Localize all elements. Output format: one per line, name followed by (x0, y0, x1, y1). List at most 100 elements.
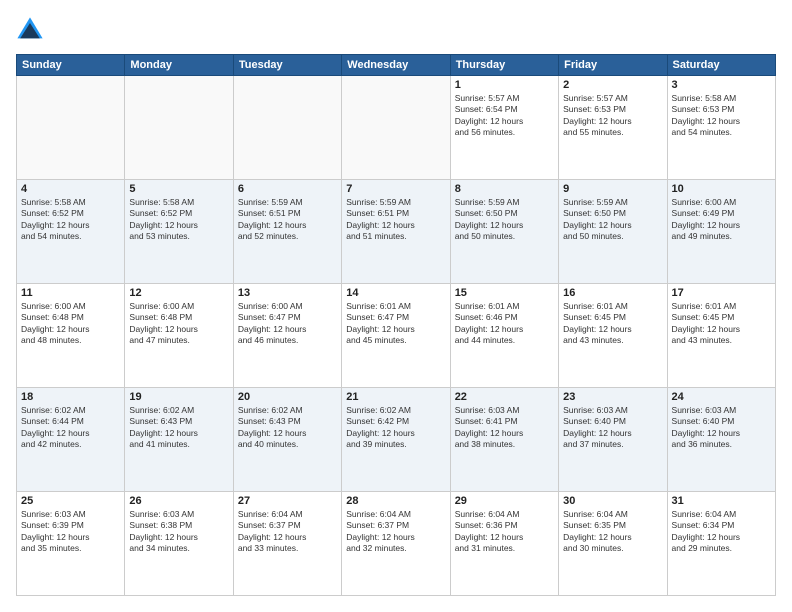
day-info: Sunrise: 5:58 AM Sunset: 6:53 PM Dayligh… (672, 93, 771, 139)
day-info: Sunrise: 6:02 AM Sunset: 6:43 PM Dayligh… (238, 405, 337, 451)
day-number: 26 (129, 495, 228, 507)
weekday-header-sunday: Sunday (17, 55, 125, 76)
day-cell-29: 29 Sunrise: 6:04 AM Sunset: 6:36 PM Dayli… (450, 492, 558, 596)
day-cell-25: 25 Sunrise: 6:03 AM Sunset: 6:39 PM Dayli… (17, 492, 125, 596)
day-number: 8 (455, 183, 554, 195)
day-number: 2 (563, 79, 662, 91)
day-number: 25 (21, 495, 120, 507)
day-number: 4 (21, 183, 120, 195)
day-number: 22 (455, 391, 554, 403)
day-number: 9 (563, 183, 662, 195)
day-number: 18 (21, 391, 120, 403)
day-info: Sunrise: 5:59 AM Sunset: 6:50 PM Dayligh… (563, 197, 662, 243)
day-number: 27 (238, 495, 337, 507)
day-number: 16 (563, 287, 662, 299)
day-cell-2: 2 Sunrise: 5:57 AM Sunset: 6:53 PM Daylig… (559, 76, 667, 180)
day-info: Sunrise: 5:59 AM Sunset: 6:51 PM Dayligh… (238, 197, 337, 243)
day-cell-28: 28 Sunrise: 6:04 AM Sunset: 6:37 PM Dayli… (342, 492, 450, 596)
day-info: Sunrise: 5:59 AM Sunset: 6:50 PM Dayligh… (455, 197, 554, 243)
day-cell-30: 30Sunrise: 6:04 AM Sunset: 6:35 PM Dayli… (559, 492, 667, 596)
day-cell-24: 24Sunrise: 6:03 AM Sunset: 6:40 PM Dayli… (667, 388, 775, 492)
weekday-header-row: SundayMondayTuesdayWednesdayThursdayFrid… (17, 55, 776, 76)
day-info: Sunrise: 6:03 AM Sunset: 6:39 PM Dayligh… (21, 509, 120, 555)
day-cell-19: 19Sunrise: 6:02 AM Sunset: 6:43 PM Dayli… (125, 388, 233, 492)
header (16, 16, 776, 44)
day-cell-1: 1 Sunrise: 5:57 AM Sunset: 6:54 PM Daylig… (450, 76, 558, 180)
day-cell-18: 18Sunrise: 6:02 AM Sunset: 6:44 PM Dayli… (17, 388, 125, 492)
calendar-row-2: 11 Sunrise: 6:00 AM Sunset: 6:48 PM Dayli… (17, 284, 776, 388)
day-info: Sunrise: 6:04 AM Sunset: 6:37 PM Dayligh… (238, 509, 337, 555)
day-cell-4: 4 Sunrise: 5:58 AM Sunset: 6:52 PM Daylig… (17, 180, 125, 284)
calendar-row-0: 1 Sunrise: 5:57 AM Sunset: 6:54 PM Daylig… (17, 76, 776, 180)
day-info: Sunrise: 5:57 AM Sunset: 6:54 PM Dayligh… (455, 93, 554, 139)
day-cell-20: 20 Sunrise: 6:02 AM Sunset: 6:43 PM Dayli… (233, 388, 341, 492)
day-number: 11 (21, 287, 120, 299)
day-cell-10: 10 Sunrise: 6:00 AM Sunset: 6:49 PM Dayli… (667, 180, 775, 284)
weekday-header-thursday: Thursday (450, 55, 558, 76)
day-info: Sunrise: 5:58 AM Sunset: 6:52 PM Dayligh… (21, 197, 120, 243)
day-number: 13 (238, 287, 337, 299)
logo-icon (16, 16, 44, 44)
weekday-header-wednesday: Wednesday (342, 55, 450, 76)
weekday-header-tuesday: Tuesday (233, 55, 341, 76)
day-info: Sunrise: 6:04 AM Sunset: 6:37 PM Dayligh… (346, 509, 445, 555)
day-number: 10 (672, 183, 771, 195)
day-info: Sunrise: 6:00 AM Sunset: 6:49 PM Dayligh… (672, 197, 771, 243)
day-info: Sunrise: 5:58 AM Sunset: 6:52 PM Dayligh… (129, 197, 228, 243)
day-info: Sunrise: 6:04 AM Sunset: 6:36 PM Dayligh… (455, 509, 554, 555)
day-cell-5: 5 Sunrise: 5:58 AM Sunset: 6:52 PM Daylig… (125, 180, 233, 284)
calendar-row-3: 18Sunrise: 6:02 AM Sunset: 6:44 PM Dayli… (17, 388, 776, 492)
day-number: 17 (672, 287, 771, 299)
page: SundayMondayTuesdayWednesdayThursdayFrid… (0, 0, 792, 612)
empty-cell (17, 76, 125, 180)
day-info: Sunrise: 6:01 AM Sunset: 6:45 PM Dayligh… (672, 301, 771, 347)
day-number: 23 (563, 391, 662, 403)
day-number: 6 (238, 183, 337, 195)
day-info: Sunrise: 6:00 AM Sunset: 6:47 PM Dayligh… (238, 301, 337, 347)
day-cell-12: 12Sunrise: 6:00 AM Sunset: 6:48 PM Dayli… (125, 284, 233, 388)
day-cell-7: 7Sunrise: 5:59 AM Sunset: 6:51 PM Daylig… (342, 180, 450, 284)
day-cell-11: 11 Sunrise: 6:00 AM Sunset: 6:48 PM Dayli… (17, 284, 125, 388)
day-info: Sunrise: 6:03 AM Sunset: 6:41 PM Dayligh… (455, 405, 554, 451)
weekday-header-saturday: Saturday (667, 55, 775, 76)
day-info: Sunrise: 6:00 AM Sunset: 6:48 PM Dayligh… (21, 301, 120, 347)
day-info: Sunrise: 6:01 AM Sunset: 6:46 PM Dayligh… (455, 301, 554, 347)
weekday-header-friday: Friday (559, 55, 667, 76)
day-cell-14: 14Sunrise: 6:01 AM Sunset: 6:47 PM Dayli… (342, 284, 450, 388)
day-cell-16: 16Sunrise: 6:01 AM Sunset: 6:45 PM Dayli… (559, 284, 667, 388)
day-cell-17: 17 Sunrise: 6:01 AM Sunset: 6:45 PM Dayli… (667, 284, 775, 388)
day-info: Sunrise: 6:02 AM Sunset: 6:43 PM Dayligh… (129, 405, 228, 451)
day-cell-13: 13 Sunrise: 6:00 AM Sunset: 6:47 PM Dayli… (233, 284, 341, 388)
day-info: Sunrise: 6:02 AM Sunset: 6:42 PM Dayligh… (346, 405, 445, 451)
calendar-table: SundayMondayTuesdayWednesdayThursdayFrid… (16, 54, 776, 596)
calendar-row-1: 4 Sunrise: 5:58 AM Sunset: 6:52 PM Daylig… (17, 180, 776, 284)
day-number: 1 (455, 79, 554, 91)
weekday-header-monday: Monday (125, 55, 233, 76)
day-info: Sunrise: 5:57 AM Sunset: 6:53 PM Dayligh… (563, 93, 662, 139)
day-number: 28 (346, 495, 445, 507)
day-cell-3: 3 Sunrise: 5:58 AM Sunset: 6:53 PM Daylig… (667, 76, 775, 180)
day-number: 15 (455, 287, 554, 299)
day-number: 31 (672, 495, 771, 507)
day-number: 12 (129, 287, 228, 299)
empty-cell (342, 76, 450, 180)
day-cell-8: 8 Sunrise: 5:59 AM Sunset: 6:50 PM Daylig… (450, 180, 558, 284)
day-number: 3 (672, 79, 771, 91)
day-cell-6: 6 Sunrise: 5:59 AM Sunset: 6:51 PM Daylig… (233, 180, 341, 284)
day-cell-23: 23Sunrise: 6:03 AM Sunset: 6:40 PM Dayli… (559, 388, 667, 492)
empty-cell (233, 76, 341, 180)
day-number: 29 (455, 495, 554, 507)
day-info: Sunrise: 6:04 AM Sunset: 6:34 PM Dayligh… (672, 509, 771, 555)
day-number: 20 (238, 391, 337, 403)
day-cell-15: 15 Sunrise: 6:01 AM Sunset: 6:46 PM Dayli… (450, 284, 558, 388)
day-number: 5 (129, 183, 228, 195)
empty-cell (125, 76, 233, 180)
day-cell-27: 27 Sunrise: 6:04 AM Sunset: 6:37 PM Dayli… (233, 492, 341, 596)
day-info: Sunrise: 6:03 AM Sunset: 6:38 PM Dayligh… (129, 509, 228, 555)
logo (16, 16, 48, 44)
day-number: 24 (672, 391, 771, 403)
day-cell-21: 21Sunrise: 6:02 AM Sunset: 6:42 PM Dayli… (342, 388, 450, 492)
day-cell-31: 31 Sunrise: 6:04 AM Sunset: 6:34 PM Dayli… (667, 492, 775, 596)
day-info: Sunrise: 5:59 AM Sunset: 6:51 PM Dayligh… (346, 197, 445, 243)
day-cell-22: 22 Sunrise: 6:03 AM Sunset: 6:41 PM Dayli… (450, 388, 558, 492)
